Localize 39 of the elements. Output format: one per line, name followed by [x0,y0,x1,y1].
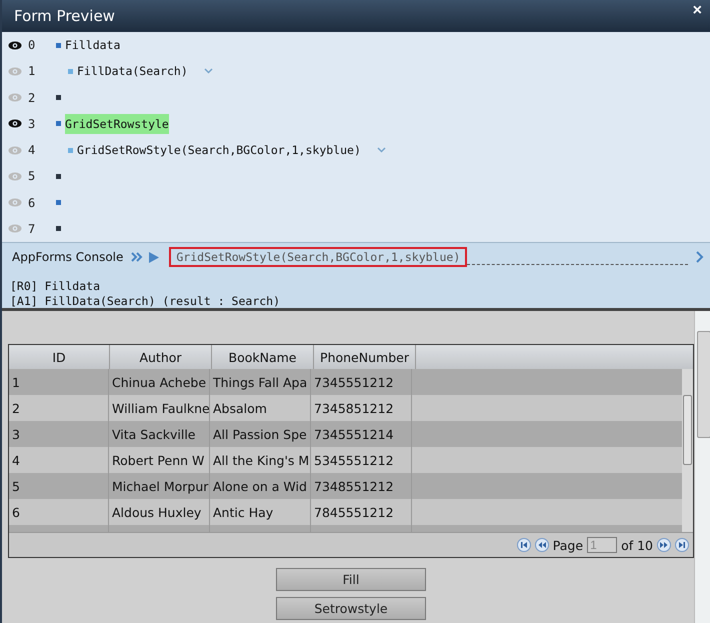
line-number: 5 [28,169,36,184]
command-field[interactable]: GridSetRowStyle(Search,BGColor,1,skyblue) [169,247,468,267]
statement-text: GridSetRowStyle(Search,BGColor,1,skyblue) [77,142,361,160]
page-count: of 10 [621,538,653,552]
scrollbar[interactable] [694,311,710,623]
statement-text: FillData(Search) [77,63,188,80]
line-number: 1 [28,64,36,78]
scrollbar[interactable] [682,369,693,532]
output-line: [A1] FillData(Search) (result : Search) [10,294,282,309]
line-number: 7 [28,222,36,236]
eye-icon[interactable] [8,119,22,128]
skip-forward-icon [678,541,686,549]
skip-back-icon [520,541,528,549]
first-page-button[interactable] [516,538,531,552]
line-number: 3 [28,116,36,131]
last-page-button[interactable] [675,538,689,552]
statement-text: Filldata [65,37,120,54]
output-line: [R0] Filldata [10,279,102,294]
action-button[interactable]: Fill [276,568,426,591]
action-button[interactable]: Setrowstyle [276,597,426,620]
play-icon[interactable] [149,252,160,262]
chevron-right-icon[interactable] [696,251,704,263]
fast-forward-icon [660,541,668,549]
line-number: 6 [28,196,36,210]
close-button[interactable]: × [692,2,702,20]
line-number: 0 [28,38,36,52]
line-number: 4 [28,143,36,158]
chevron-down-icon[interactable] [376,147,386,154]
chevron-down-icon[interactable] [204,68,213,74]
next-page-button[interactable] [657,538,671,552]
window-title: Form Preview [14,7,115,25]
eye-icon[interactable] [8,40,22,50]
double-chevron-icon[interactable] [131,252,144,262]
statement-text: GridSetRowstyle [65,114,169,134]
rewind-icon [538,541,546,549]
page-label: Page [552,538,584,552]
console-label: AppForms Console [12,250,124,264]
previous-page-button[interactable] [534,538,549,552]
line-number: 2 [28,90,36,105]
